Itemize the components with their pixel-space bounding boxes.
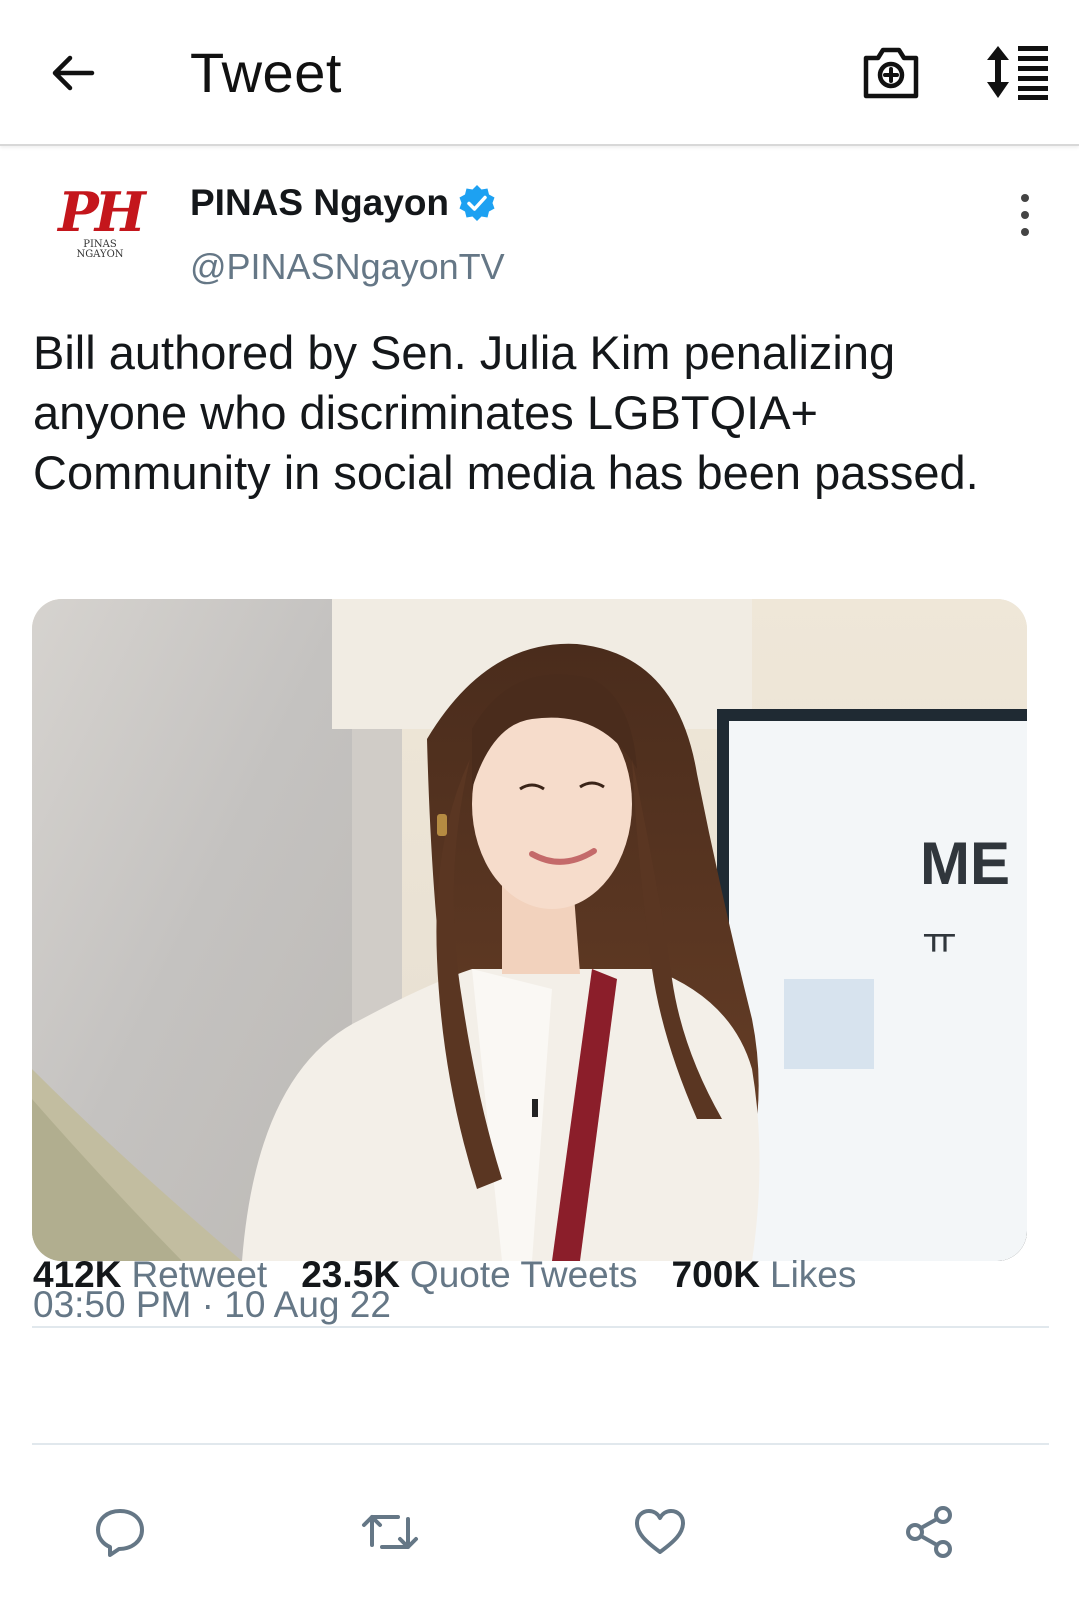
- quote-tweets-label: Quote Tweets: [409, 1254, 638, 1295]
- photo-illustration: ME ㅠ: [32, 599, 1027, 1261]
- likes-label: Likes: [770, 1254, 857, 1295]
- camera-plus-icon: [863, 47, 919, 99]
- arrow-left-icon: [52, 55, 95, 91]
- reply-button[interactable]: [90, 1502, 150, 1562]
- retweet-button[interactable]: [360, 1502, 420, 1562]
- avatar-logo-sub-2: NGAYON: [76, 249, 124, 260]
- author-handle[interactable]: @PINASNgayonTV: [190, 246, 505, 288]
- sort-list-icon: [987, 46, 1048, 100]
- retweets-count: 412K: [33, 1254, 122, 1295]
- tweet-text: Bill authored by Sen. Julia Kim penalizi…: [33, 326, 979, 499]
- sort-button[interactable]: [982, 42, 1052, 102]
- retweets-stat[interactable]: 412K Retweet: [33, 1254, 267, 1296]
- share-icon: [906, 1506, 952, 1558]
- verified-badge-icon: [459, 185, 495, 221]
- more-dot-icon: [1021, 211, 1029, 219]
- back-button[interactable]: [44, 45, 100, 101]
- more-options-button[interactable]: [1010, 190, 1040, 240]
- page-title: Tweet: [190, 41, 342, 104]
- quote-tweets-count: 23.5K: [301, 1254, 400, 1295]
- reply-bubble-icon: [96, 1509, 144, 1557]
- screenshot-button[interactable]: [860, 42, 922, 102]
- author-name-row[interactable]: PINAS Ngayon: [190, 182, 497, 224]
- author-display-name[interactable]: PINAS Ngayon: [190, 182, 449, 224]
- avatar-logo-mark: PH: [58, 180, 146, 244]
- screen-text: ME: [920, 830, 1010, 897]
- likes-stat[interactable]: 700K Likes: [672, 1254, 857, 1296]
- top-app-bar: Tweet: [0, 0, 1079, 146]
- heart-icon: [635, 1509, 685, 1554]
- tweet-photo[interactable]: ME ㅠ: [32, 599, 1027, 1261]
- likes-count: 700K: [671, 1254, 760, 1295]
- quote-tweets-stat[interactable]: 23.5K Quote Tweets: [301, 1254, 637, 1296]
- retweets-label: Retweet: [131, 1254, 268, 1295]
- like-button[interactable]: [630, 1502, 690, 1562]
- retweet-icon: [362, 1515, 418, 1549]
- more-dot-icon: [1021, 194, 1029, 202]
- tweet-stats: 412K Retweet 23.5K Quote Tweets 700K Likes: [33, 1254, 890, 1296]
- share-button[interactable]: [900, 1502, 960, 1562]
- more-dot-icon: [1021, 228, 1029, 236]
- avatar[interactable]: PH PINAS NGAYON: [52, 184, 148, 280]
- tweet-action-bar: [0, 1502, 1079, 1582]
- screen-text-2: ㅠ: [922, 919, 957, 963]
- divider: [32, 1443, 1049, 1445]
- divider: [32, 1326, 1049, 1328]
